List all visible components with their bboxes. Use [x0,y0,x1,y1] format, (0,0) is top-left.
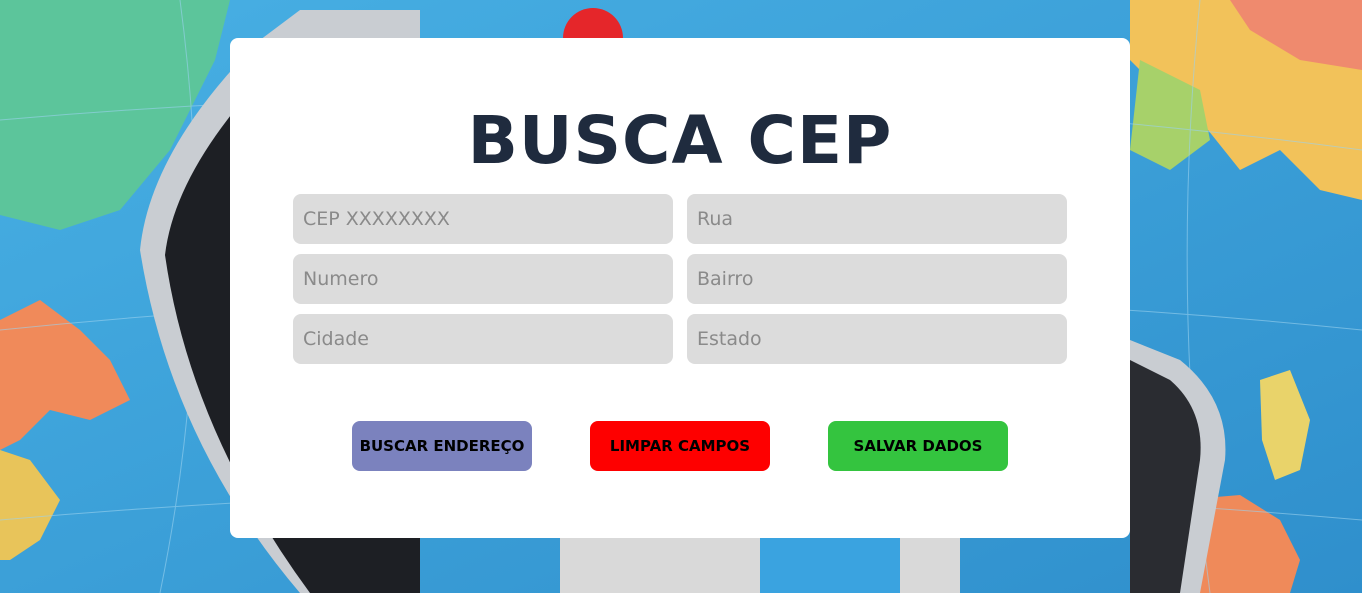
cep-input[interactable] [293,194,673,244]
rua-input[interactable] [687,194,1067,244]
cidade-input[interactable] [293,314,673,364]
numero-input[interactable] [293,254,673,304]
buscar-endereco-button[interactable]: BUSCAR ENDEREÇO [352,421,532,471]
cep-search-card: BUSCA CEP BUSCAR ENDEREÇO LIMPAR CAMPOS … [230,38,1130,538]
bairro-input[interactable] [687,254,1067,304]
limpar-campos-button[interactable]: LIMPAR CAMPOS [590,421,770,471]
salvar-dados-button[interactable]: SALVAR DADOS [828,421,1008,471]
estado-input[interactable] [687,314,1067,364]
page-title: BUSCA CEP [467,102,893,179]
